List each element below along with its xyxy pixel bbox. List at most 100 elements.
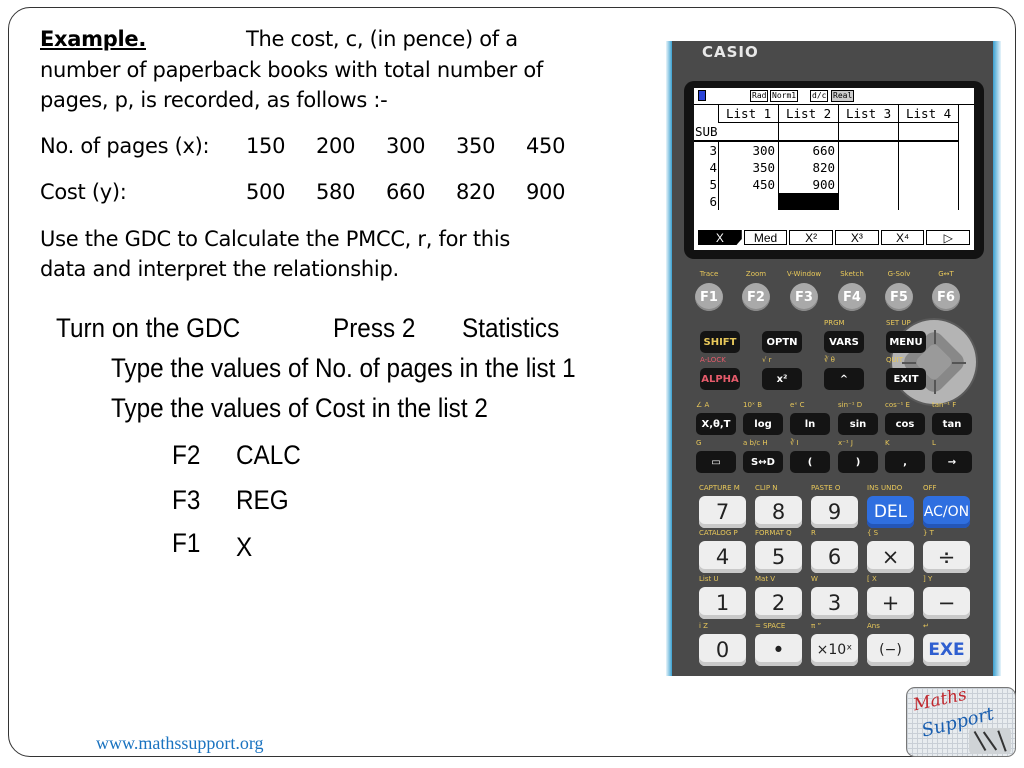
x-value: 150 xyxy=(246,134,286,158)
selected-cell-cursor[interactable] xyxy=(778,193,840,210)
list-cell[interactable] xyxy=(898,159,960,176)
menu-x4[interactable]: X⁴ xyxy=(880,230,925,245)
list-cell[interactable]: 300 xyxy=(718,141,780,159)
key-9-button[interactable]: 9 xyxy=(811,496,858,528)
key-x-button[interactable]: x² xyxy=(762,368,802,390)
list-cell[interactable]: 450 xyxy=(718,176,780,193)
up-arrow-icon[interactable] xyxy=(934,330,936,344)
list-cell[interactable]: 820 xyxy=(778,159,840,176)
key-secondary-label: G xyxy=(696,439,702,447)
list-header[interactable]: List 1 xyxy=(718,105,780,123)
sub-cell[interactable] xyxy=(778,122,840,142)
list-row: 5 450 900 xyxy=(694,176,960,193)
list-cell[interactable] xyxy=(838,176,900,193)
f2-key[interactable]: F2 xyxy=(742,283,770,311)
key-7-button[interactable]: 7 xyxy=(699,496,746,528)
key-2-button[interactable]: 2 xyxy=(755,587,802,619)
list-cell[interactable] xyxy=(838,193,900,210)
key-cos-button[interactable]: cos xyxy=(885,413,925,435)
key-s-d-button[interactable]: S↔D xyxy=(743,451,783,473)
key-10-button[interactable]: ×10ˣ xyxy=(811,634,858,666)
list-header[interactable]: List 3 xyxy=(838,105,900,123)
casio-calculator: CASIO Rad Norm1 d/c Real List 1 List 2 L… xyxy=(666,41,1001,676)
key-symbol-button[interactable]: + xyxy=(867,587,914,619)
key-symbol-button[interactable]: − xyxy=(923,587,970,619)
right-arrow-icon[interactable] xyxy=(952,362,966,364)
step-press: Press 2 xyxy=(333,313,416,343)
key-secondary-label: R xyxy=(811,529,816,537)
list-cell[interactable] xyxy=(898,176,960,193)
key-secondary-label: Ans xyxy=(867,622,880,630)
key-secondary-label: K xyxy=(885,439,890,447)
maths-support-logo: Maths Support xyxy=(906,687,1016,757)
key-sin-button[interactable]: sin xyxy=(838,413,878,435)
key-4-button[interactable]: 4 xyxy=(699,541,746,573)
row-index: 5 xyxy=(694,176,720,193)
menu-next-icon[interactable]: ▷ xyxy=(926,230,971,245)
key-alpha-button[interactable]: ALPHA xyxy=(700,368,740,390)
list-cell[interactable] xyxy=(838,141,900,159)
key-symbol-button[interactable]: ▭ xyxy=(696,451,736,473)
key-symbol-button[interactable]: × xyxy=(867,541,914,573)
down-arrow-icon[interactable] xyxy=(934,380,936,394)
list-cell[interactable]: 660 xyxy=(778,141,840,159)
key-symbol-button[interactable]: → xyxy=(932,451,972,473)
list-cell[interactable] xyxy=(898,193,960,210)
f5-key[interactable]: F5 xyxy=(885,283,913,311)
key-tan-button[interactable]: tan xyxy=(932,413,972,435)
list-cell[interactable] xyxy=(838,159,900,176)
key-exit-button[interactable]: EXIT xyxy=(886,368,926,390)
menu-x2[interactable]: X² xyxy=(789,230,834,245)
list-header[interactable]: List 2 xyxy=(778,105,840,123)
list-row: 3 300 660 xyxy=(694,141,960,159)
menu-x[interactable]: X xyxy=(698,230,742,245)
key-6-button[interactable]: 6 xyxy=(811,541,858,573)
list-cell[interactable] xyxy=(718,193,780,210)
key-del-button[interactable]: DEL xyxy=(867,496,914,528)
key-symbol-button[interactable]: , xyxy=(885,451,925,473)
f1-key[interactable]: F1 xyxy=(695,283,723,311)
key-menu-button[interactable]: MENU xyxy=(886,331,926,353)
menu-x3[interactable]: X³ xyxy=(835,230,879,245)
menu-med[interactable]: Med xyxy=(743,230,788,245)
key-symbol-button[interactable]: (−) xyxy=(867,634,914,666)
list-header[interactable]: List 4 xyxy=(898,105,960,123)
key-3-button[interactable]: 3 xyxy=(811,587,858,619)
key-symbol-button[interactable]: ^ xyxy=(824,368,864,390)
key-shift-button[interactable]: SHIFT xyxy=(700,331,740,353)
key-exe-button[interactable]: EXE xyxy=(923,634,970,666)
list-cell[interactable]: 350 xyxy=(718,159,780,176)
key-secondary-label: L xyxy=(932,439,936,447)
key-log-button[interactable]: log xyxy=(743,413,783,435)
key-8-button[interactable]: 8 xyxy=(755,496,802,528)
key-symbol-button[interactable]: ( xyxy=(790,451,830,473)
step-action: REG xyxy=(236,485,289,515)
key-vars-button[interactable]: VARS xyxy=(824,331,864,353)
key-1-button[interactable]: 1 xyxy=(699,587,746,619)
key-symbol-button[interactable]: • xyxy=(755,634,802,666)
key-0-button[interactable]: 0 xyxy=(699,634,746,666)
key-symbol-button[interactable]: ÷ xyxy=(923,541,970,573)
footer-website-link[interactable]: www.mathssupport.org xyxy=(96,733,264,754)
list-cell[interactable]: 900 xyxy=(778,176,840,193)
key-secondary-label: A-LOCK xyxy=(700,356,726,364)
key-ac-on-button[interactable]: AC/ON xyxy=(923,496,970,528)
x-value: 450 xyxy=(526,134,566,158)
list-cell[interactable] xyxy=(898,141,960,159)
key-x-t-button[interactable]: X,θ,T xyxy=(696,413,736,435)
key-secondary-label: List U xyxy=(699,575,719,583)
sub-cell[interactable] xyxy=(838,122,900,142)
key-optn-button[interactable]: OPTN xyxy=(762,331,802,353)
key-secondary-label: a b/c H xyxy=(743,439,768,447)
key-ln-button[interactable]: ln xyxy=(790,413,830,435)
f4-key[interactable]: F4 xyxy=(838,283,866,311)
sub-cell[interactable] xyxy=(718,122,780,142)
sub-cell[interactable] xyxy=(898,122,960,142)
step-action: CALC xyxy=(236,440,301,470)
sub-label: SUB xyxy=(694,122,719,142)
row-index: 4 xyxy=(694,159,720,176)
f3-key[interactable]: F3 xyxy=(790,283,818,311)
key-5-button[interactable]: 5 xyxy=(755,541,802,573)
f6-key[interactable]: F6 xyxy=(932,283,960,311)
key-symbol-button[interactable]: ) xyxy=(838,451,878,473)
